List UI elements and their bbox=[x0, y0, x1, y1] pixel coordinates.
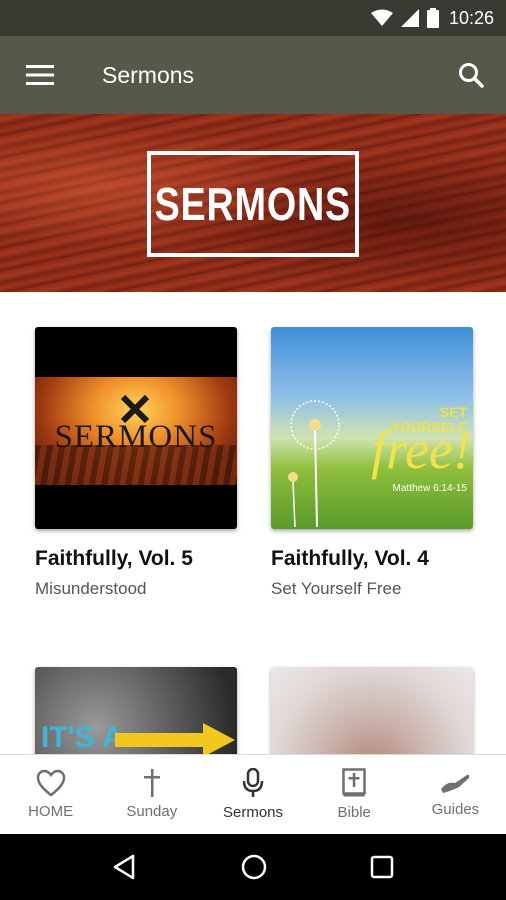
nav-label: HOME bbox=[28, 803, 74, 820]
search-icon bbox=[459, 63, 484, 88]
nav-label: Guides bbox=[431, 801, 480, 818]
nav-item-sunday[interactable]: Sunday bbox=[101, 755, 202, 834]
menu-button[interactable] bbox=[0, 36, 80, 114]
cross-icon bbox=[143, 769, 160, 797]
nav-label: Bible bbox=[337, 804, 371, 821]
home-icon[interactable] bbox=[240, 853, 268, 881]
nav-label: Sermons bbox=[222, 804, 284, 821]
microphone-icon bbox=[242, 768, 264, 797]
battery-icon bbox=[426, 8, 439, 28]
nav-item-home[interactable]: HOME bbox=[0, 755, 101, 834]
sermon-card[interactable]: SERMONS Faithfully, Vol. 5 Misunderstood bbox=[35, 327, 237, 599]
card-title: Faithfully, Vol. 5 bbox=[35, 547, 193, 570]
nav-label: Sunday bbox=[126, 803, 178, 820]
hero-banner: SERMONS bbox=[0, 114, 506, 292]
page-title: Sermons bbox=[102, 61, 195, 88]
bottom-nav: HOME Sunday Sermons Bible Guides bbox=[0, 754, 506, 834]
back-icon[interactable] bbox=[111, 853, 139, 881]
guides-icon bbox=[441, 774, 470, 793]
sermon-card[interactable] bbox=[271, 667, 473, 754]
arrow-icon bbox=[115, 723, 235, 754]
sermon-card[interactable]: IT'S A bbox=[35, 667, 237, 754]
heart-icon bbox=[36, 769, 65, 797]
app-bar: Sermons bbox=[0, 36, 506, 114]
card-subtitle: Misunderstood bbox=[35, 579, 147, 598]
status-icons bbox=[370, 8, 439, 28]
signal-icon bbox=[400, 9, 419, 27]
status-bar: 10:26 bbox=[0, 0, 506, 36]
sermon-artwork: SERMONS bbox=[35, 327, 237, 529]
nav-item-sermons[interactable]: Sermons bbox=[202, 755, 303, 834]
recents-icon[interactable] bbox=[369, 854, 395, 880]
sermon-artwork: SET YOURSELF free! Matthew 6:14-15 bbox=[271, 327, 473, 529]
hero-title: SERMONS bbox=[154, 178, 352, 230]
sermon-artwork: IT'S A bbox=[35, 667, 237, 754]
artwork-text: SERMONS bbox=[54, 419, 218, 455]
sermon-artwork bbox=[271, 667, 473, 754]
nav-item-guides[interactable]: Guides bbox=[405, 755, 506, 834]
sermon-card[interactable]: SET YOURSELF free! Matthew 6:14-15 Faith… bbox=[271, 327, 473, 599]
artwork-text-verse: Matthew 6:14-15 bbox=[392, 483, 468, 494]
search-button[interactable] bbox=[436, 36, 506, 114]
bible-icon bbox=[342, 768, 366, 797]
card-subtitle: Set Yourself Free bbox=[271, 579, 402, 598]
status-time: 10:26 bbox=[448, 7, 494, 28]
artwork-text: IT'S A bbox=[41, 721, 124, 754]
wifi-icon bbox=[370, 9, 393, 26]
sermon-grid[interactable]: SERMONS Faithfully, Vol. 5 Misunderstood… bbox=[0, 292, 506, 754]
hamburger-icon bbox=[26, 65, 54, 85]
hero-frame: SERMONS bbox=[147, 151, 359, 257]
nav-item-bible[interactable]: Bible bbox=[304, 755, 405, 834]
artwork-text-free: free! bbox=[371, 420, 471, 480]
card-title: Faithfully, Vol. 4 bbox=[271, 547, 429, 570]
dandelion-icon bbox=[288, 400, 340, 527]
system-nav-bar bbox=[0, 834, 506, 900]
